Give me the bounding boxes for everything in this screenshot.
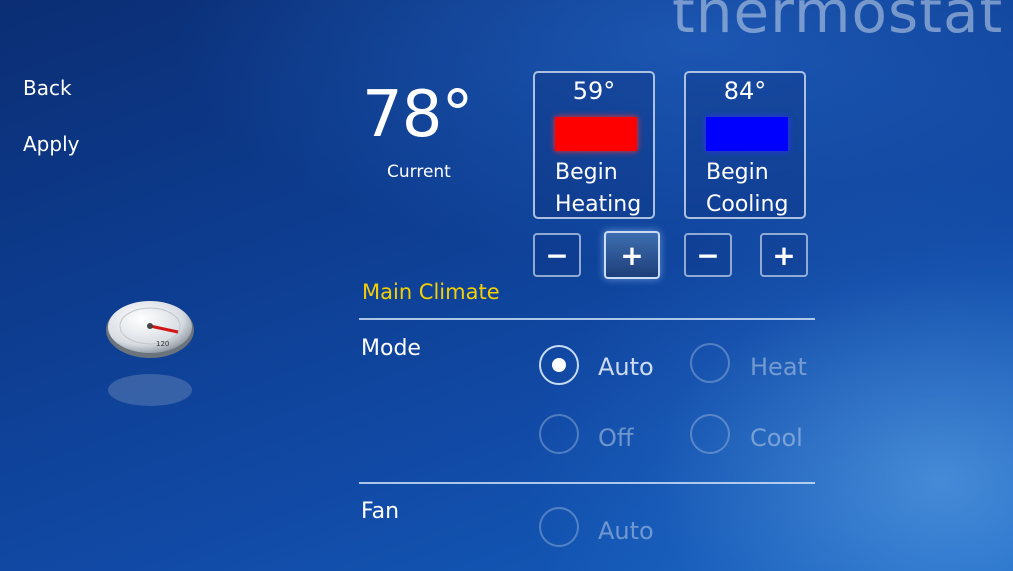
heating-setpoint-box: 59° Begin Heating xyxy=(533,71,655,219)
cooling-decrease-button[interactable]: − xyxy=(684,233,732,277)
cooling-label-line1: Begin xyxy=(706,160,769,185)
heating-label-line2: Heating xyxy=(555,192,642,217)
current-temperature: 78° xyxy=(362,78,473,152)
heating-increase-button[interactable]: + xyxy=(604,231,660,279)
mode-heat-label[interactable]: Heat xyxy=(750,353,807,381)
main-climate-divider xyxy=(359,318,815,320)
cooling-label-line2: Cooling xyxy=(706,192,789,217)
cooling-increase-button[interactable]: + xyxy=(760,233,808,277)
mode-cool-radio[interactable] xyxy=(690,414,730,454)
cooling-color-swatch xyxy=(706,117,788,151)
heating-label: Begin Heating xyxy=(555,157,641,221)
main-climate-title: Main Climate xyxy=(362,280,500,304)
mode-off-radio[interactable] xyxy=(539,414,579,454)
cooling-setpoint-value: 84° xyxy=(723,77,767,105)
mode-auto-label[interactable]: Auto xyxy=(598,353,654,381)
heating-color-swatch xyxy=(555,117,637,151)
svg-text:120: 120 xyxy=(156,340,169,348)
mode-label: Mode xyxy=(361,336,421,361)
app-title: thermostat xyxy=(672,0,1004,46)
heating-decrease-button[interactable]: − xyxy=(533,233,581,277)
apply-button[interactable]: Apply xyxy=(23,132,79,156)
thermostat-dial-reflection xyxy=(108,374,192,406)
mode-auto-radio[interactable] xyxy=(539,345,579,385)
mode-heat-radio[interactable] xyxy=(690,343,730,383)
mode-off-label[interactable]: Off xyxy=(598,424,633,452)
heating-setpoint-value: 59° xyxy=(572,77,616,105)
thermostat-dial-icon: 120 xyxy=(106,301,194,358)
fan-label: Fan xyxy=(361,499,400,524)
back-button[interactable]: Back xyxy=(23,76,72,100)
cooling-label: Begin Cooling xyxy=(706,157,788,221)
fan-auto-label[interactable]: Auto xyxy=(598,517,654,545)
cooling-setpoint-box: 84° Begin Cooling xyxy=(684,71,806,219)
heating-label-line1: Begin xyxy=(555,160,618,185)
mode-cool-label[interactable]: Cool xyxy=(750,424,803,452)
fan-auto-radio[interactable] xyxy=(539,507,579,547)
current-label: Current xyxy=(387,162,451,182)
fan-divider xyxy=(359,482,815,484)
